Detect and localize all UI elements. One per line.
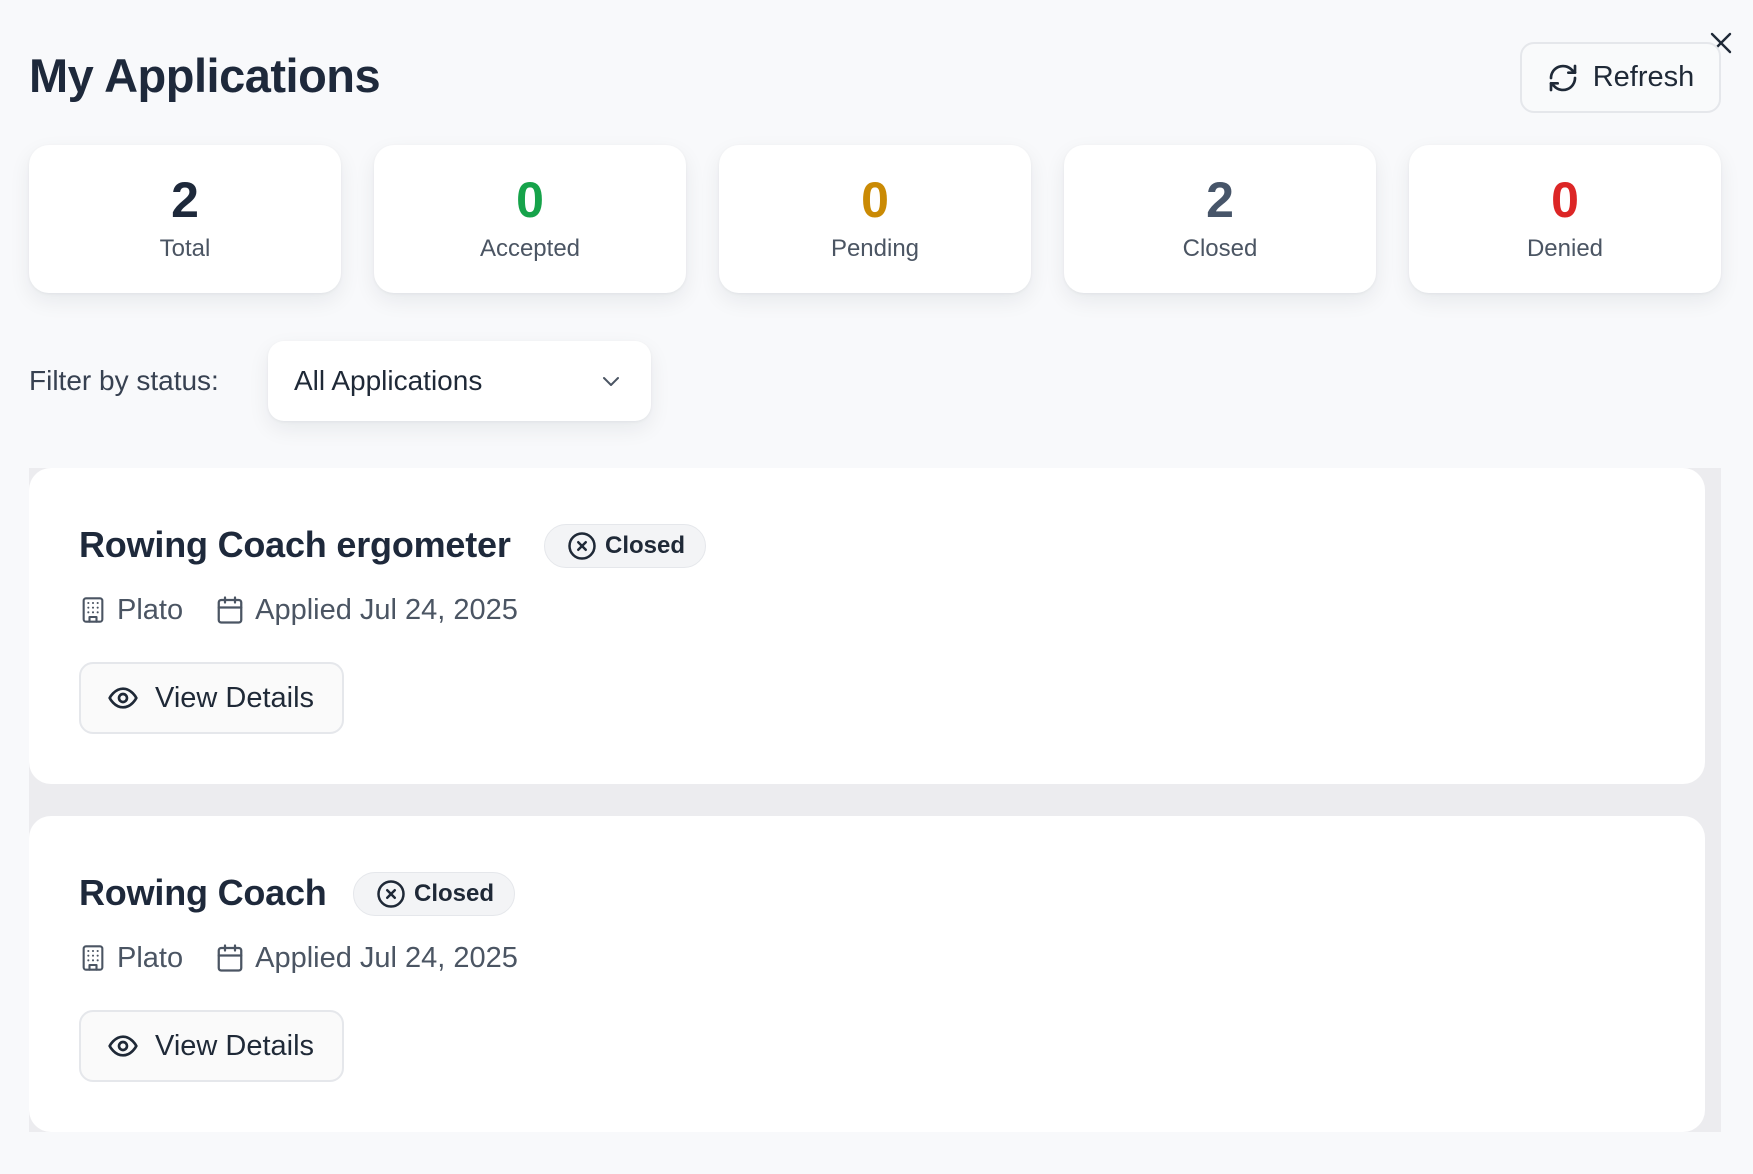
application-meta: Plato Applied Jul 24, 2025 (79, 590, 518, 630)
stat-card-denied: 0 Denied (1409, 145, 1721, 293)
page-header: My Applications Refresh (29, 42, 1721, 116)
application-meta: Plato Applied Jul 24, 2025 (79, 938, 518, 978)
view-details-button[interactable]: View Details (79, 1010, 344, 1082)
applications-page: My Applications Refresh 2 Total 0 Accept… (0, 0, 1753, 1174)
stat-value: 0 (861, 172, 889, 228)
application-card: Rowing Coach ergometer Closed Plato Appl… (29, 468, 1705, 784)
filter-label: Filter by status: (29, 365, 219, 396)
company-meta: Plato (79, 942, 183, 975)
filter-selected-value: All Applications (294, 365, 483, 396)
stat-card-closed: 2 Closed (1064, 145, 1376, 293)
status-badge-label: Closed (414, 880, 495, 907)
status-filter-select[interactable]: All Applications (268, 341, 651, 421)
stat-label: Pending (830, 235, 920, 262)
eye-icon (108, 1035, 138, 1057)
calendar-icon (217, 944, 243, 972)
stat-label: Closed (1182, 235, 1258, 262)
stat-card-total: 2 Total (29, 145, 341, 293)
page-title: My Applications (29, 49, 381, 102)
stat-card-pending: 0 Pending (719, 145, 1031, 293)
application-title: Rowing Coach (79, 872, 327, 913)
stat-label: Total (159, 235, 211, 262)
refresh-label: Refresh (1592, 61, 1695, 93)
refresh-icon (1549, 64, 1577, 91)
calendar-icon (217, 596, 243, 624)
chevron-down-icon (603, 377, 619, 386)
refresh-button[interactable]: Refresh (1520, 42, 1721, 113)
building-icon (82, 597, 104, 623)
date-meta: Applied Jul 24, 2025 (215, 594, 518, 627)
application-title: Rowing Coach ergometer (79, 524, 511, 565)
application-card: Rowing Coach Closed Plato Applied Jul 24… (29, 816, 1705, 1132)
view-details-button[interactable]: View Details (79, 662, 344, 734)
company-meta: Plato (79, 594, 183, 627)
stat-value: 0 (516, 172, 544, 228)
applications-list: Rowing Coach ergometer Closed Plato Appl… (29, 468, 1721, 1132)
stat-card-accepted: 0 Accepted (374, 145, 686, 293)
x-circle-icon (568, 532, 596, 560)
stat-value: 2 (1206, 172, 1234, 228)
date-meta: Applied Jul 24, 2025 (215, 942, 518, 975)
stat-label: Denied (1526, 235, 1604, 262)
stat-value: 2 (171, 172, 199, 228)
status-badge: Closed (544, 524, 707, 568)
x-circle-icon (377, 880, 405, 908)
filter-row: Filter by status: All Applications (29, 341, 729, 421)
status-badge-label: Closed (605, 532, 686, 559)
company-name: Plato (117, 593, 184, 626)
stats-row: 2 Total 0 Accepted 0 Pending 2 Closed 0 … (29, 145, 1721, 293)
applied-date: Applied Jul 24, 2025 (255, 941, 518, 974)
building-icon (82, 945, 104, 971)
eye-icon (108, 687, 138, 709)
status-badge: Closed (353, 872, 516, 916)
view-details-label: View Details (155, 1029, 315, 1062)
company-name: Plato (117, 941, 184, 974)
applied-date: Applied Jul 24, 2025 (255, 593, 518, 626)
stat-value: 0 (1551, 172, 1579, 228)
view-details-label: View Details (155, 681, 315, 714)
stat-label: Accepted (479, 235, 581, 262)
